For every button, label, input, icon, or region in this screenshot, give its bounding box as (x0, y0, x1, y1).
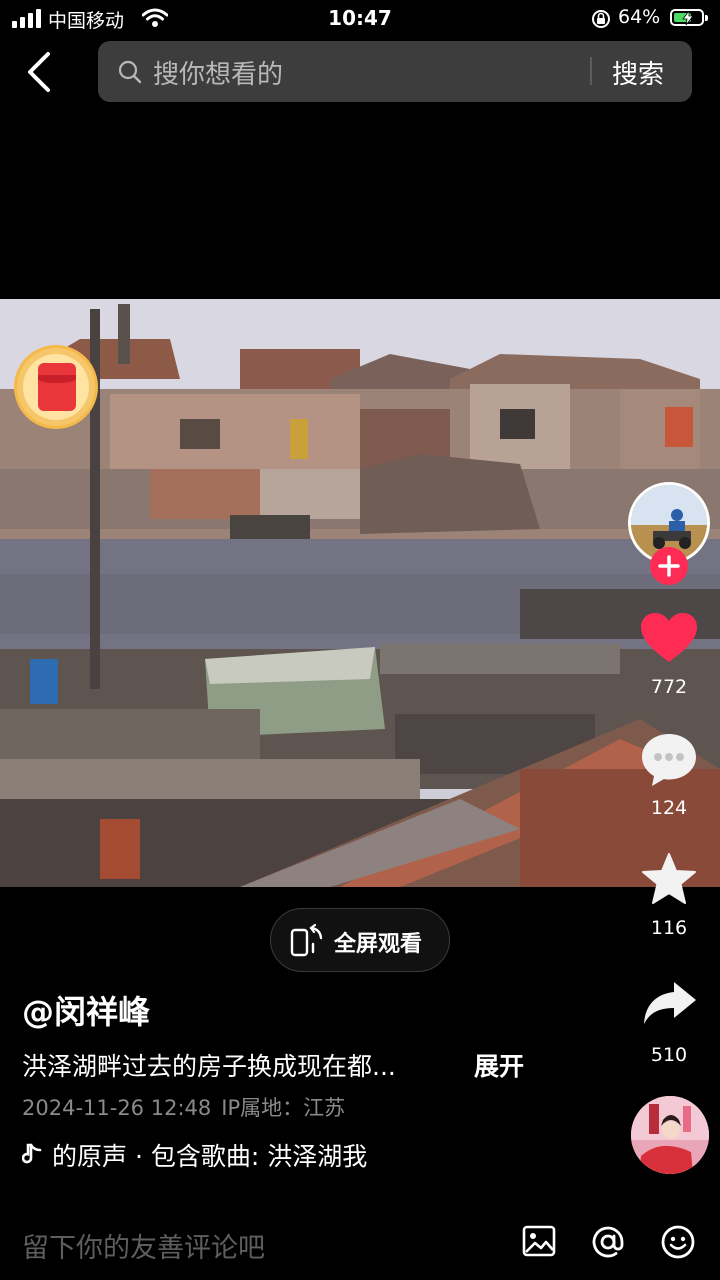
favorite-count: 116 (650, 917, 688, 939)
comment-icon[interactable] (640, 732, 698, 788)
music-note-icon (22, 1142, 52, 1171)
share-count: 510 (650, 1044, 688, 1066)
orientation-lock-icon (592, 10, 610, 28)
music-info[interactable]: 的原声 · 包含歌曲: 洪泽湖我 (22, 1137, 434, 1173)
emoji-icon[interactable] (660, 1224, 696, 1260)
video-meta: 2024-11-26 12:48 IP属地：江苏 (22, 1092, 345, 1122)
heart-icon[interactable] (640, 612, 698, 664)
image-icon[interactable] (522, 1224, 556, 1258)
video-frame-image (0, 299, 720, 887)
comment-count: 124 (650, 797, 688, 819)
clock: 10:47 (328, 6, 392, 30)
status-bar: 中国移动 10:47 64% (0, 0, 720, 40)
search-bar[interactable]: 搜你想看的 搜索 (98, 41, 692, 102)
search-icon (118, 60, 142, 84)
rotate-screen-icon (290, 924, 323, 957)
follow-plus-icon[interactable] (650, 547, 688, 585)
battery-charging-icon (670, 9, 708, 26)
battery-percent: 64% (618, 6, 661, 28)
music-title: 的原声 · 包含歌曲: 洪泽湖我 (52, 1142, 368, 1171)
comment-input[interactable]: 留下你的友善评论吧 (22, 1226, 265, 1265)
fullscreen-button[interactable]: 全屏观看 (270, 908, 450, 972)
chevron-left-icon[interactable] (22, 50, 58, 94)
fullscreen-label: 全屏观看 (334, 932, 423, 957)
music-disc-avatar[interactable] (631, 1096, 709, 1174)
publish-date: 2024-11-26 12:48 (22, 1096, 212, 1120)
video-player[interactable] (0, 299, 720, 887)
author-name[interactable]: @闵祥峰 (22, 987, 150, 1033)
video-description: 洪泽湖畔过去的房子换成现在都... (22, 1052, 396, 1081)
at-icon[interactable] (590, 1224, 626, 1260)
ip-location: IP属地：江苏 (221, 1096, 346, 1120)
red-packet-icon[interactable] (14, 345, 98, 429)
star-icon[interactable] (641, 852, 697, 906)
expand-button[interactable]: 展开 (474, 1047, 524, 1083)
search-input[interactable]: 搜你想看的 (153, 54, 283, 91)
search-button[interactable]: 搜索 (612, 54, 664, 91)
search-divider (590, 57, 592, 85)
like-count: 772 (650, 676, 688, 698)
share-arrow-icon[interactable] (642, 980, 698, 1026)
